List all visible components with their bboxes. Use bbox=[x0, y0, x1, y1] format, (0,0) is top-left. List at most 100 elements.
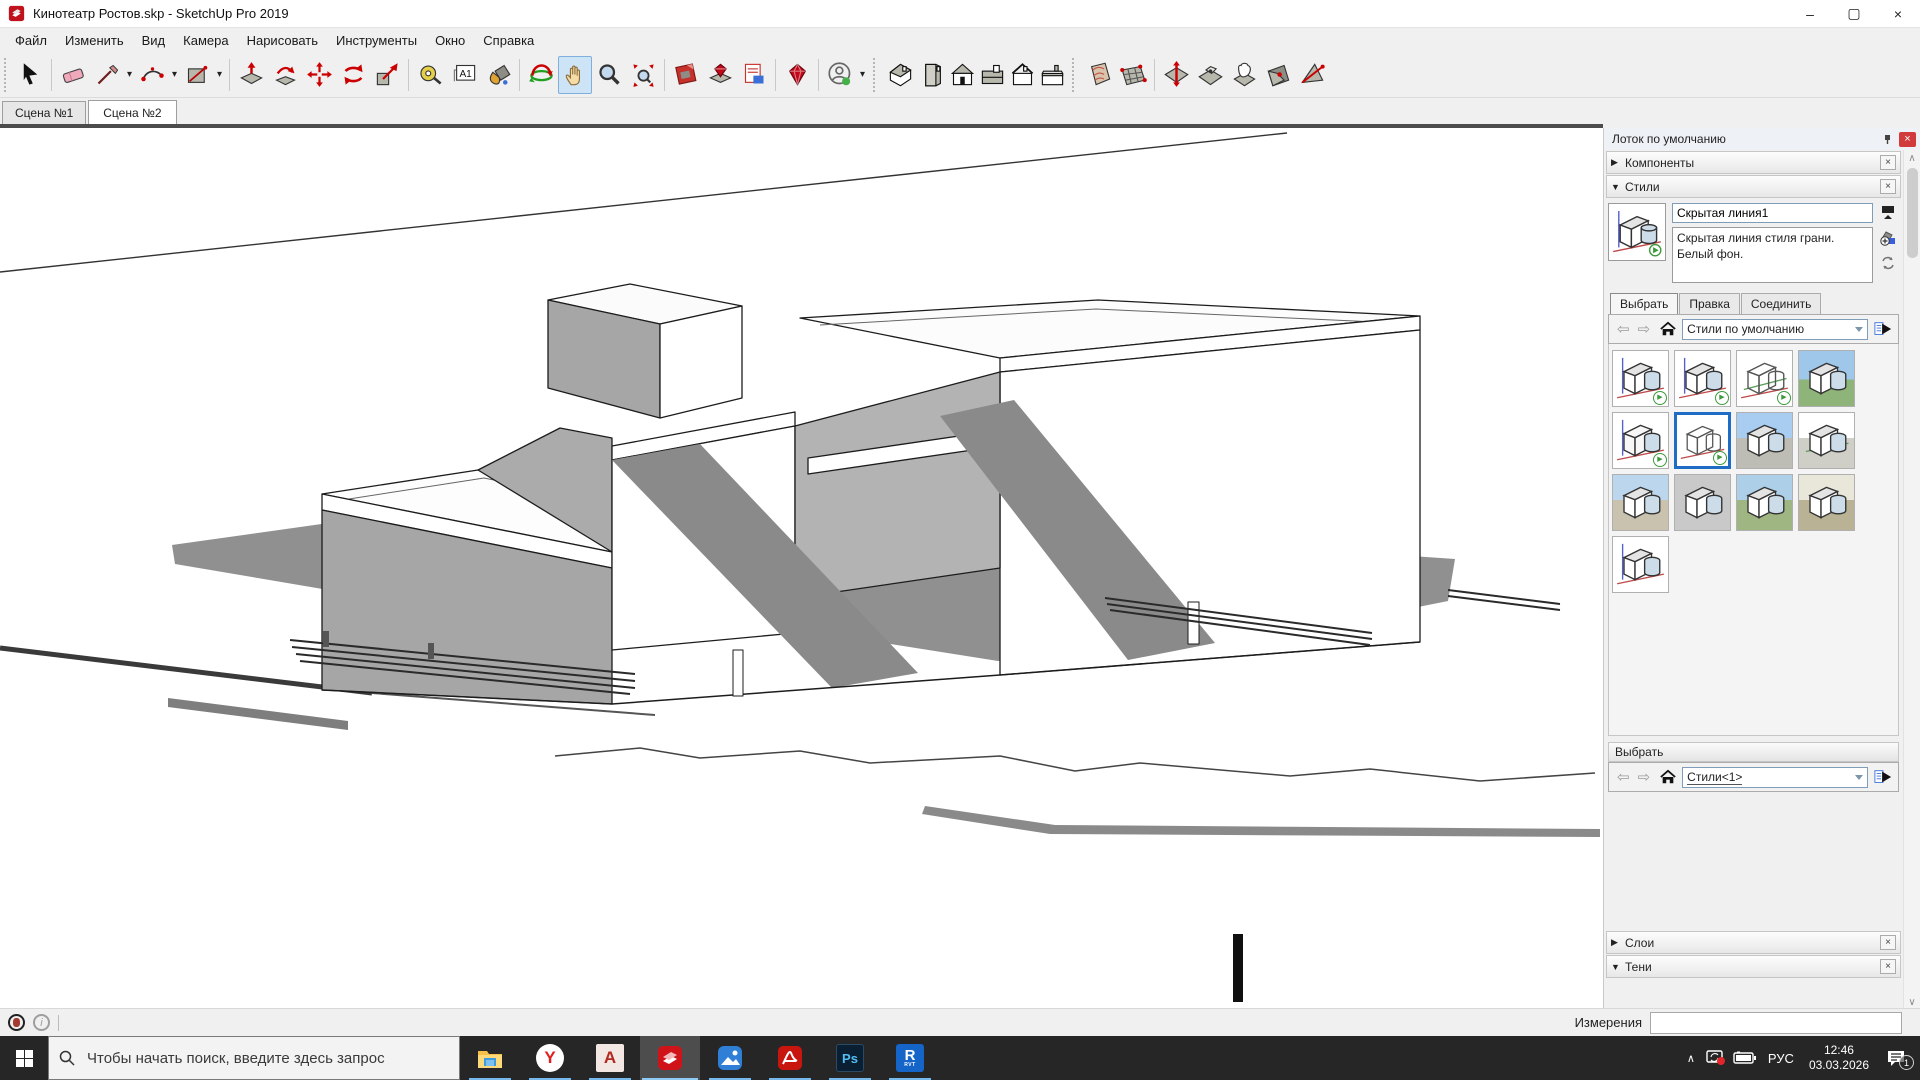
extension-warehouse-button[interactable] bbox=[780, 56, 814, 94]
menu-view[interactable]: Вид bbox=[133, 31, 175, 50]
details-menu-button[interactable] bbox=[1872, 318, 1894, 340]
text-tool-button[interactable]: A1 bbox=[447, 56, 481, 94]
maximize-button[interactable]: ▢ bbox=[1832, 0, 1876, 27]
select-tool-button[interactable] bbox=[13, 56, 47, 94]
details-menu-button[interactable] bbox=[1872, 766, 1894, 788]
menu-camera[interactable]: Камера bbox=[174, 31, 237, 50]
rotate-tool-button[interactable] bbox=[336, 56, 370, 94]
line-tool-dropdown[interactable] bbox=[124, 56, 135, 94]
layers-close-button[interactable]: × bbox=[1880, 935, 1896, 950]
taskbar-search[interactable] bbox=[48, 1036, 460, 1080]
display-sync-icon[interactable] bbox=[1706, 1049, 1726, 1067]
action-center-button[interactable]: 1 bbox=[1880, 1049, 1912, 1067]
styles-section-header[interactable]: ▼ Стили × bbox=[1606, 175, 1901, 198]
menu-help[interactable]: Справка bbox=[474, 31, 543, 50]
rectangle-tool-dropdown[interactable] bbox=[214, 56, 225, 94]
info-icon[interactable] bbox=[33, 1014, 50, 1031]
arc-tool-button[interactable] bbox=[135, 56, 169, 94]
rectangle-tool-button[interactable] bbox=[180, 56, 214, 94]
account-button[interactable] bbox=[823, 56, 857, 94]
components-close-button[interactable]: × bbox=[1880, 155, 1896, 170]
account-dropdown[interactable] bbox=[857, 56, 868, 94]
paint-bucket-tool-button[interactable] bbox=[481, 56, 515, 94]
eraser-tool-button[interactable] bbox=[56, 56, 90, 94]
tape-measure-tool-button[interactable] bbox=[413, 56, 447, 94]
style-thumb-6-selected[interactable] bbox=[1674, 412, 1731, 469]
components-section-header[interactable]: ▶ Компоненты × bbox=[1606, 151, 1901, 174]
search-input[interactable] bbox=[85, 1049, 449, 1068]
scroll-up-icon[interactable] bbox=[1908, 150, 1915, 164]
taskbar-revit[interactable]: R RVT bbox=[880, 1036, 940, 1080]
style-thumb-7[interactable] bbox=[1736, 412, 1793, 469]
line-tool-button[interactable] bbox=[90, 56, 124, 94]
style-thumb-11[interactable] bbox=[1736, 474, 1793, 531]
taskbar-photoshop[interactable]: Ps bbox=[820, 1036, 880, 1080]
taskbar-photos[interactable] bbox=[700, 1036, 760, 1080]
tab-select[interactable]: Выбрать bbox=[1610, 293, 1678, 314]
follow-me-tool-button[interactable] bbox=[268, 56, 302, 94]
style-thumb-3[interactable] bbox=[1736, 350, 1793, 407]
pan-tool-button[interactable] bbox=[558, 56, 592, 94]
menu-draw[interactable]: Нарисовать bbox=[238, 31, 327, 50]
send-to-layout-button[interactable] bbox=[669, 56, 703, 94]
style-thumb-8[interactable] bbox=[1798, 412, 1855, 469]
tray-close-button[interactable]: × bbox=[1899, 132, 1916, 147]
nav-back-icon[interactable] bbox=[1617, 768, 1630, 786]
arc-tool-dropdown[interactable] bbox=[169, 56, 180, 94]
scroll-down-icon[interactable] bbox=[1908, 994, 1915, 1008]
sandbox-from-scratch-button[interactable] bbox=[1116, 56, 1150, 94]
scale-tool-button[interactable] bbox=[370, 56, 404, 94]
shadows-section-header[interactable]: ▼ Тени × bbox=[1606, 955, 1901, 978]
taskbar-autocad[interactable]: A bbox=[580, 1036, 640, 1080]
style-thumb-12[interactable] bbox=[1798, 474, 1855, 531]
style-thumb-2[interactable] bbox=[1674, 350, 1731, 407]
smoove-button[interactable] bbox=[1159, 56, 1193, 94]
style-thumb-4[interactable] bbox=[1798, 350, 1855, 407]
style-builder-button[interactable] bbox=[737, 56, 771, 94]
in-model-styles-dropdown[interactable]: Стили<1> bbox=[1682, 767, 1868, 788]
update-style-icon[interactable] bbox=[1880, 255, 1896, 271]
style-description[interactable]: Скрытая линия стиля грани. Белый фон. bbox=[1672, 227, 1873, 283]
styles-close-button[interactable]: × bbox=[1880, 179, 1896, 194]
menu-edit[interactable]: Изменить bbox=[56, 31, 133, 50]
menu-window[interactable]: Окно bbox=[426, 31, 474, 50]
menu-file[interactable]: Файл bbox=[6, 31, 56, 50]
shadows-close-button[interactable]: × bbox=[1880, 959, 1896, 974]
view-back-button[interactable] bbox=[917, 56, 947, 94]
view-iso-button[interactable] bbox=[883, 56, 917, 94]
tab-edit[interactable]: Правка bbox=[1679, 293, 1740, 314]
display-pane-icon[interactable] bbox=[1880, 205, 1896, 221]
style-thumb-1[interactable] bbox=[1612, 350, 1669, 407]
nav-back-icon[interactable] bbox=[1617, 320, 1630, 338]
view-top-button[interactable] bbox=[977, 56, 1007, 94]
zoom-extents-tool-button[interactable] bbox=[626, 56, 660, 94]
style-thumb-5[interactable] bbox=[1612, 412, 1669, 469]
home-icon[interactable] bbox=[1659, 321, 1677, 337]
nav-forward-icon[interactable] bbox=[1638, 768, 1651, 786]
view-left-button[interactable] bbox=[1007, 56, 1037, 94]
menu-tools[interactable]: Инструменты bbox=[327, 31, 426, 50]
scroll-thumb[interactable] bbox=[1907, 168, 1918, 258]
zoom-tool-button[interactable] bbox=[592, 56, 626, 94]
taskbar-yandex-browser[interactable]: Y bbox=[520, 1036, 580, 1080]
language-indicator[interactable]: РУС bbox=[1764, 1051, 1798, 1066]
push-pull-tool-button[interactable] bbox=[234, 56, 268, 94]
style-thumb-13[interactable] bbox=[1612, 536, 1669, 593]
layers-section-header[interactable]: ▶ Слои × bbox=[1606, 931, 1901, 954]
scene-tab-1[interactable]: Сцена №1 bbox=[2, 101, 86, 124]
create-style-icon[interactable] bbox=[1880, 230, 1896, 246]
scene-tab-2[interactable]: Сцена №2 bbox=[88, 100, 176, 125]
3d-warehouse-button[interactable] bbox=[703, 56, 737, 94]
style-thumb-9[interactable] bbox=[1612, 474, 1669, 531]
home-icon[interactable] bbox=[1659, 769, 1677, 785]
minimize-button[interactable]: – bbox=[1788, 0, 1832, 27]
taskbar-sketchup[interactable] bbox=[640, 1036, 700, 1080]
start-button[interactable] bbox=[0, 1036, 48, 1080]
measurements-input[interactable] bbox=[1650, 1012, 1902, 1034]
stamp-button[interactable] bbox=[1193, 56, 1227, 94]
style-collection-dropdown[interactable]: Стили по умолчанию bbox=[1682, 319, 1868, 340]
battery-icon[interactable] bbox=[1733, 1051, 1757, 1065]
style-thumb-10[interactable] bbox=[1674, 474, 1731, 531]
taskbar-file-explorer[interactable] bbox=[460, 1036, 520, 1080]
nav-forward-icon[interactable] bbox=[1638, 320, 1651, 338]
